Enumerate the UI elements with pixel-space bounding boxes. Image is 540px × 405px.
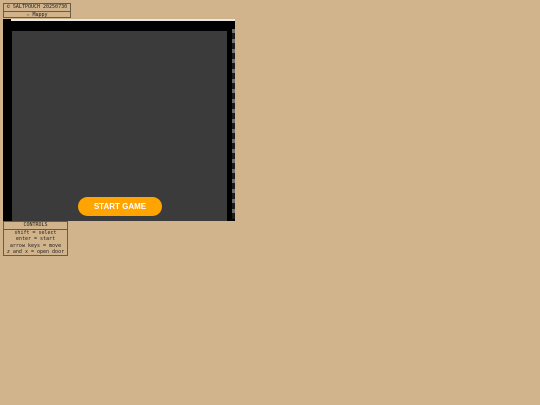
game-viewport[interactable]: [12, 31, 227, 221]
controls-heading: CONTROLS: [4, 222, 67, 230]
copyright-line: © SALTPOUCH 20250730: [6, 4, 68, 10]
game-title: ☆ Mappy: [4, 11, 70, 19]
game-frame[interactable]: [3, 19, 235, 221]
controls-panel: CONTROLS shift = select enter = start ar…: [3, 221, 68, 256]
game-title-box: © SALTPOUCH 20250730 ☆ Mappy: [3, 3, 71, 18]
side-scroll-strip: [232, 29, 235, 219]
frame-top-border: [11, 19, 235, 21]
start-game-button[interactable]: START GAME: [78, 197, 162, 216]
control-line-door: z and x = open door: [6, 249, 65, 255]
